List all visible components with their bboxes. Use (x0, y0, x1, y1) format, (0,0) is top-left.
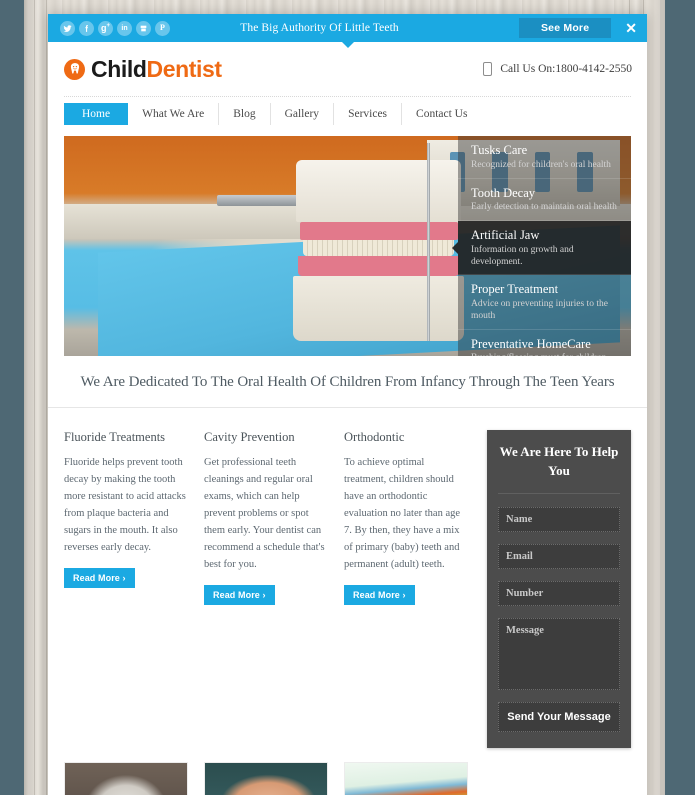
read-more-button-fluoride[interactable]: Read More › (64, 568, 135, 588)
nav-item-services[interactable]: Services (334, 103, 403, 125)
slider-tab-title: Tusks Care (471, 143, 528, 157)
main-nav: Home What We Are Blog Gallery Services C… (64, 103, 631, 125)
email-input[interactable] (498, 543, 620, 569)
nav-item-home[interactable]: Home (64, 103, 129, 125)
nav-item-blog[interactable]: Blog (219, 103, 271, 125)
logo-text: ChildDentist (91, 56, 222, 83)
site-logo[interactable]: ChildDentist (64, 56, 222, 83)
feature-column-fluoride: Fluoride Treatments Fluoride helps preve… (64, 430, 188, 605)
gallery-card-surgery-of-fangs-injury[interactable]: Surgery Of Fangs Injury Infant Tooth Car… (204, 761, 328, 795)
twitter-icon[interactable] (60, 20, 75, 36)
main-nav-wrap: Home What We Are Blog Gallery Services C… (64, 96, 631, 125)
read-more-button-cavity[interactable]: Read More › (204, 585, 275, 605)
feature-body: Fluoride helps prevent tooth decay by ma… (64, 457, 186, 553)
site-header: ChildDentist Call Us On:1800-4142-2550 (48, 42, 647, 96)
content-area: Fluoride Treatments Fluoride helps preve… (48, 408, 647, 748)
phone-number: Call Us On:1800-4142-2550 (500, 63, 632, 75)
slider-tab-preventative-homecare[interactable]: Preventative HomeCare Brushing/flossing … (458, 329, 631, 356)
slider-tab-desc: Information on growth and development. (471, 244, 574, 267)
slider-tab-proper-treatment[interactable]: Proper Treatment Advice on preventing in… (458, 275, 631, 330)
tagline-text: We Are Dedicated To The Oral Health Of C… (80, 374, 615, 390)
gallery-card-retained-dentures[interactable]: Retained Dentures Mouth & Gum Care (64, 761, 188, 795)
number-input[interactable] (498, 580, 620, 606)
message-textarea[interactable] (498, 617, 620, 690)
close-icon[interactable]: ✕ (625, 21, 637, 35)
feature-title: Orthodontic (344, 430, 405, 444)
gallery-thumbnail (65, 762, 187, 795)
feature-column-cavity: Cavity Prevention Get professional teeth… (204, 430, 328, 605)
see-more-button[interactable]: See More (518, 18, 612, 38)
slider-tab-tooth-decay[interactable]: Tooth Decay Early detection to maintain … (458, 178, 631, 221)
nav-item-contact-us[interactable]: Contact Us (402, 103, 481, 125)
nav-item-gallery[interactable]: Gallery (271, 103, 335, 125)
slider-tab-list: Tusks Care Recognized for children's ora… (452, 136, 631, 356)
contact-form-sidebar: We Are Here To Help You Send Your Messag… (487, 430, 631, 748)
promo-text: The Big Authority Of Little Teeth (240, 22, 399, 34)
slider-tab-title: Preventative HomeCare (471, 336, 591, 351)
contact-form-title: We Are Here To Help You (498, 443, 620, 494)
tagline-section: We Are Dedicated To The Oral Health Of C… (48, 356, 647, 408)
slider-tab-title: Proper Treatment (471, 282, 559, 297)
feature-title: Cavity Prevention (204, 430, 295, 444)
feature-column-orthodontic: Orthodontic To achieve optimal treatment… (344, 430, 468, 605)
feature-title: Fluoride Treatments (64, 430, 166, 444)
slider-tab-title: Tooth Decay (471, 185, 536, 200)
feature-columns: Fluoride Treatments Fluoride helps preve… (64, 430, 477, 605)
phone-icon (483, 62, 493, 76)
feature-body: Get professional teeth cleanings and reg… (204, 457, 325, 570)
gallery-section: Retained Dentures Mouth & Gum Care Surge… (48, 748, 647, 795)
slider-tab-desc: Recognized for children's oral health (471, 159, 611, 170)
slider-tab-desc: Early detection to maintain oral health (471, 202, 617, 213)
read-more-button-orthodontic[interactable]: Read More › (344, 585, 415, 605)
hero-slider: Tusks Care Recognized for children's ora… (64, 136, 631, 356)
slider-tab-artificial-jaw[interactable]: Artificial Jaw Information on growth and… (452, 221, 631, 276)
logo-text-primary: Child (91, 55, 147, 82)
tooth-icon (64, 58, 85, 80)
slider-tab-tusks-care[interactable]: Tusks Care Recognized for children's ora… (458, 136, 631, 179)
gallery-thumbnail (345, 762, 467, 795)
feature-body: To achieve optimal treatment, children s… (344, 457, 461, 570)
gallery-card-your-denture-care[interactable]: Your Denture Care Denture Care (344, 761, 468, 795)
gallery-thumbnail (205, 762, 327, 795)
slider-tab-desc: Brushing/flossing must for children (471, 353, 621, 356)
google-plus-icon[interactable]: g+ (98, 20, 113, 36)
website-page: g+ in P The Big Authority Of Little Teet… (48, 14, 647, 795)
promo-bar: g+ in P The Big Authority Of Little Teet… (48, 14, 647, 48)
call-us-block[interactable]: Call Us On:1800-4142-2550 (483, 62, 632, 76)
nav-item-what-we-are[interactable]: What We Are (128, 103, 220, 125)
facebook-icon[interactable] (79, 20, 94, 36)
slider-tab-title: Artificial Jaw (471, 228, 540, 242)
slider-tab-desc: Advice on preventing injuries to the mou… (471, 299, 608, 321)
name-input[interactable] (498, 506, 620, 532)
send-message-button[interactable]: Send Your Message (498, 701, 620, 732)
logo-text-secondary: Dentist (146, 55, 223, 82)
